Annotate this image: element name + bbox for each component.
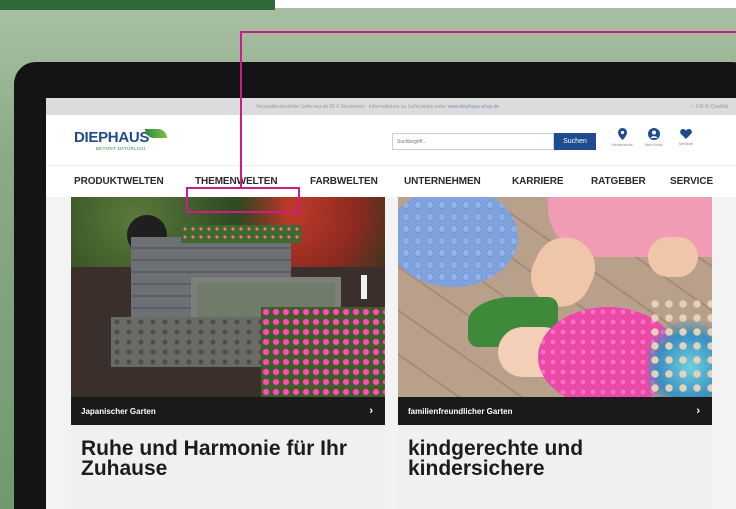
chevron-right-icon: ›: [369, 405, 373, 417]
tile-image: [398, 197, 712, 397]
tile-title: Ruhe und Harmonie für Ihr Zuhause: [81, 437, 348, 480]
nav-item-themenwelten[interactable]: THEMENWELTEN: [195, 176, 278, 187]
main-nav: PRODUKTWELTEN THEMENWELTEN FARBWELTEN UN…: [46, 165, 736, 197]
tile-image: [71, 197, 385, 397]
logo-leaf-icon: [145, 129, 168, 138]
search-input[interactable]: [392, 133, 554, 150]
info-left-text: Versandkostenfreie Lieferung ab 99 € War…: [256, 103, 447, 110]
background-green-band: [0, 0, 275, 10]
highlight-box-top: [186, 187, 300, 189]
account-label: Mein Konto: [645, 143, 663, 147]
tile-japanese-garden[interactable]: Japanischer Garten › Ruhe und Harmonie f…: [71, 197, 385, 509]
background-white-band: [275, 0, 736, 8]
nav-item-ratgeber[interactable]: RATGEBER: [591, 176, 646, 187]
store-locator[interactable]: Händlersuche: [611, 128, 633, 147]
content-area: Japanischer Garten › Ruhe und Harmonie f…: [46, 197, 736, 509]
search-button[interactable]: Suchen: [554, 133, 596, 150]
nav-item-unternehmen[interactable]: UNTERNEHMEN: [404, 176, 481, 187]
store-locator-label: Händlersuche: [611, 143, 633, 147]
account[interactable]: Mein Konto: [643, 128, 665, 147]
location-icon: [617, 128, 627, 140]
tile-text: Ruhe und Harmonie für Ihr Zuhause: [71, 425, 385, 509]
nav-item-produktwelten[interactable]: PRODUKTWELTEN: [74, 176, 164, 187]
tile-category: familienfreundlicher Garten: [408, 406, 513, 416]
callout-line-vertical: [240, 31, 242, 188]
highlight-box-left: [186, 187, 188, 213]
site-header: DIEPHAUS BETONT NATÜRLICH. Suchen Händle…: [46, 115, 736, 165]
chevron-right-icon: ›: [696, 405, 700, 417]
header-icons: Händlersuche Mein Konto Merkliste: [611, 128, 697, 147]
nav-item-karriere[interactable]: KARRIERE: [512, 176, 564, 187]
search-bar: Suchen: [392, 133, 596, 150]
info-right-text: ✓ 100 % Qualität: [689, 103, 728, 110]
tile-title: kindgerechte und kindersichere: [408, 437, 584, 480]
tile-category: Japanischer Garten: [81, 406, 156, 416]
laptop-screen: Versandkostenfreie Lieferung ab 99 € War…: [46, 98, 736, 509]
logo-tagline: BETONT NATÜRLICH.: [96, 146, 148, 151]
tile-family-garden[interactable]: familienfreundlicher Garten › kindgerech…: [398, 197, 712, 509]
highlight-box-bottom: [186, 211, 300, 213]
logo-text: DIEPHAUS: [74, 129, 150, 146]
wishlist-label: Merkliste: [678, 142, 693, 146]
account-icon: [648, 128, 660, 140]
logo[interactable]: DIEPHAUS BETONT NATÜRLICH.: [74, 129, 168, 151]
heart-icon: [680, 128, 692, 139]
nav-item-service[interactable]: SERVICE: [670, 176, 713, 187]
tile-category-bar[interactable]: Japanischer Garten ›: [71, 397, 385, 425]
highlight-box-right: [298, 187, 300, 213]
info-link[interactable]: www.diephaus-shop.de: [448, 104, 500, 110]
nav-item-farbwelten[interactable]: FARBWELTEN: [310, 176, 378, 187]
wishlist[interactable]: Merkliste: [675, 128, 697, 147]
info-text: Versandkostenfreie Lieferung ab 99 € War…: [256, 104, 499, 110]
tile-text: kindgerechte und kindersichere: [398, 425, 712, 509]
callout-line-horizontal: [240, 31, 736, 33]
info-bar: Versandkostenfreie Lieferung ab 99 € War…: [46, 98, 736, 115]
tile-category-bar[interactable]: familienfreundlicher Garten ›: [398, 397, 712, 425]
